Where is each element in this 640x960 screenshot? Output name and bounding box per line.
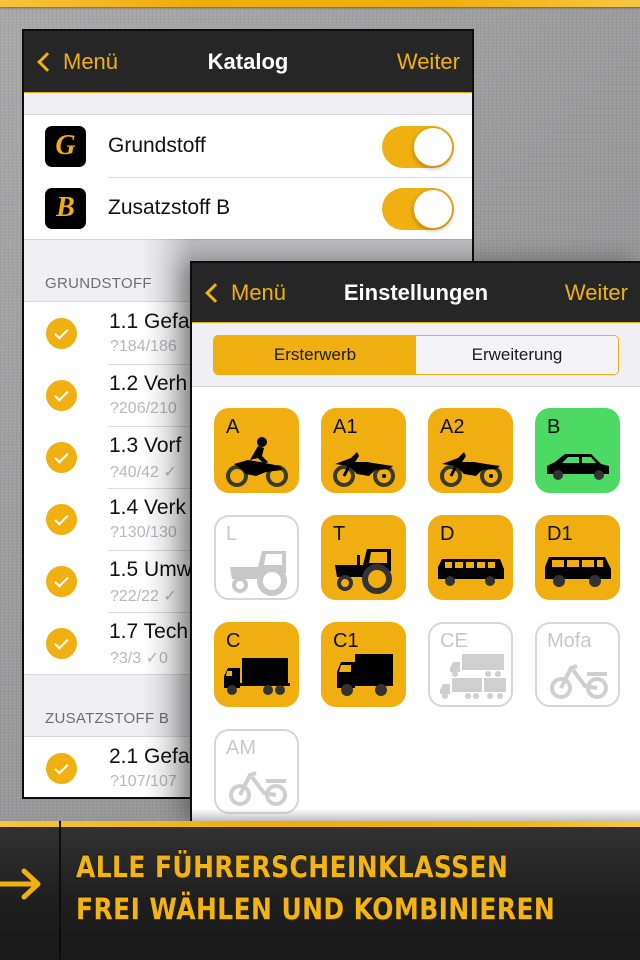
bottom-fade <box>192 809 640 821</box>
checkmark-circle-icon[interactable] <box>46 318 77 349</box>
item-progress: ?107/107 <box>110 773 177 790</box>
class-tile-mofa[interactable]: Mofa <box>535 622 620 707</box>
checkmark-circle-icon[interactable] <box>46 380 77 411</box>
class-tile-a2[interactable]: A2 <box>428 408 513 493</box>
chevron-left-icon <box>37 51 57 72</box>
item-progress: ?184/186 <box>110 338 177 355</box>
class-label: L <box>226 523 238 545</box>
katalog-next-button[interactable]: Weiter <box>397 31 460 92</box>
zusatzstoff-b-switch[interactable] <box>382 188 454 230</box>
item-title: 1.1 Gefa <box>109 310 190 333</box>
moped-icon <box>550 664 608 699</box>
toggle-label: Grundstoff <box>108 134 206 157</box>
switch-knob <box>413 189 453 229</box>
segmented-control: Ersterwerb Erweiterung <box>213 334 619 375</box>
item-progress: ?3/3 ✓0 <box>110 650 168 667</box>
item-progress: ?22/22 ✓ <box>110 588 177 605</box>
minibus-icon <box>545 557 611 587</box>
motorcycle-icon <box>333 452 395 487</box>
item-title: 1.3 Vorf <box>109 434 182 457</box>
toggle-label: Zusatzstoff B <box>108 196 231 219</box>
item-title: 1.2 Verh <box>109 372 188 395</box>
item-progress: ?40/42 ✓ <box>110 464 177 481</box>
class-tile-ce[interactable]: CE <box>428 622 513 707</box>
banner-headline: ALLE FÜHRERSCHEINKLASSEN FREI WÄHLEN UND… <box>76 846 555 930</box>
class-tile-t[interactable]: T <box>321 515 406 600</box>
back-label: Menü <box>231 279 287 305</box>
license-class-grid: A A1 A2 B L T D D1 C C1 CE Mofa AM <box>214 408 620 814</box>
zusatzstoff-badge-icon: B <box>45 187 86 229</box>
chevron-left-icon <box>205 282 225 303</box>
top-accent-bar <box>0 0 640 7</box>
settings-navbar: Menü Einstellungen Weiter <box>192 263 640 323</box>
truck-trailer-icon <box>440 654 506 699</box>
checkmark-circle-icon[interactable] <box>46 753 77 784</box>
small-truck-icon <box>337 654 393 696</box>
banner-line-2: FREI WÄHLEN UND KOMBINIEREN <box>76 892 556 926</box>
item-progress: ?206/210 <box>110 400 177 417</box>
class-tile-d[interactable]: D <box>428 515 513 600</box>
checkmark-circle-icon[interactable] <box>46 504 77 535</box>
class-tile-c1[interactable]: C1 <box>321 622 406 707</box>
einstellungen-screen: Menü Einstellungen Weiter Ersterwerb Erw… <box>190 261 640 821</box>
promo-banner: ALLE FÜHRERSCHEINKLASSEN FREI WÄHLEN UND… <box>0 821 640 960</box>
grundstoff-badge-icon: G <box>45 125 86 167</box>
toggle-row-grundstoff: G Grundstoff <box>24 115 472 177</box>
switch-knob <box>413 127 453 167</box>
class-tile-l[interactable]: L <box>214 515 299 600</box>
toggle-row-zusatzstoff-b: B Zusatzstoff B <box>24 177 472 239</box>
tractor-icon <box>335 549 392 594</box>
segment-bar: Ersterwerb Erweiterung <box>192 323 640 387</box>
banner-line-1: ALLE FÜHRERSCHEINKLASSEN <box>76 850 509 884</box>
banner-accent-line <box>0 821 640 827</box>
class-tile-b[interactable]: B <box>535 408 620 493</box>
item-title: 2.1 Gefa <box>109 745 190 768</box>
item-progress: ?130/130 <box>110 524 177 541</box>
truck-icon <box>224 658 290 695</box>
group-spacer <box>24 93 472 115</box>
class-tile-a[interactable]: A <box>214 408 299 493</box>
car-icon <box>547 454 609 480</box>
class-tile-d1[interactable]: D1 <box>535 515 620 600</box>
segment-erweiterung[interactable]: Erweiterung <box>416 335 618 374</box>
class-label: AM <box>226 737 256 759</box>
class-tile-a1[interactable]: A1 <box>321 408 406 493</box>
back-label: Menü <box>63 48 119 74</box>
class-tile-am[interactable]: AM <box>214 729 299 814</box>
grundstoff-switch[interactable] <box>382 126 454 168</box>
checkmark-circle-icon[interactable] <box>46 566 77 597</box>
settings-next-button[interactable]: Weiter <box>565 263 628 322</box>
moped-icon <box>229 771 287 806</box>
bus-icon <box>438 559 504 586</box>
checkmark-circle-icon[interactable] <box>46 628 77 659</box>
class-label: Mofa <box>547 630 592 652</box>
settings-back-button[interactable]: Menü <box>204 263 286 322</box>
item-title: 1.4 Verk <box>109 496 187 519</box>
motorcycle-icon <box>440 452 502 487</box>
class-tile-c[interactable]: C <box>214 622 299 707</box>
class-label: CE <box>440 630 468 652</box>
item-title: 1.5 Umw <box>109 558 192 581</box>
katalog-navbar: Menü Katalog Weiter <box>24 31 472 93</box>
motorcycle-rider-icon <box>226 437 288 487</box>
arrow-right-icon <box>0 868 41 900</box>
item-title: 1.7 Tech <box>109 620 189 643</box>
checkmark-circle-icon[interactable] <box>46 442 77 473</box>
tractor-icon <box>230 551 287 596</box>
segment-ersterwerb[interactable]: Ersterwerb <box>214 335 416 374</box>
banner-divider <box>59 821 61 960</box>
katalog-back-button[interactable]: Menü <box>36 31 118 92</box>
